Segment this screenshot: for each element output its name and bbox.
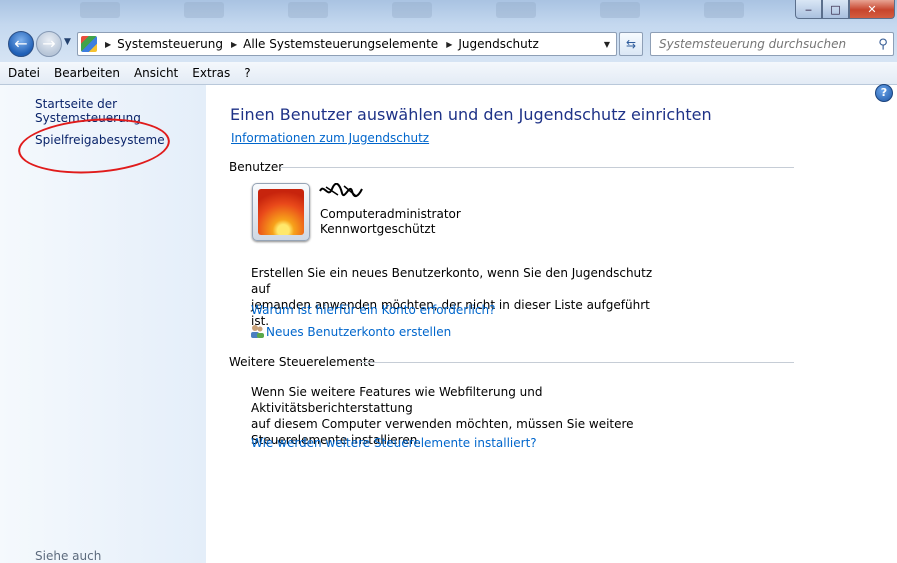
menu-ansicht[interactable]: Ansicht xyxy=(134,66,178,80)
sidebar-link-game-ratings[interactable]: Spielfreigabesysteme xyxy=(35,133,165,147)
breadcrumb-jugendschutz[interactable]: Jugendschutz xyxy=(458,37,538,51)
menu-extras[interactable]: Extras xyxy=(192,66,230,80)
forward-button[interactable]: → xyxy=(36,31,62,57)
search-box: ⚲ xyxy=(650,32,894,56)
menu-help[interactable]: ? xyxy=(244,66,250,80)
chevron-right-icon[interactable]: ▶ xyxy=(446,40,452,49)
maximize-button[interactable]: □ xyxy=(822,0,849,19)
arrow-right-icon: → xyxy=(42,34,56,53)
window-controls: ‒ □ ✕ xyxy=(795,0,895,19)
divider xyxy=(358,362,794,363)
search-input[interactable] xyxy=(657,36,873,52)
divider xyxy=(280,167,794,168)
recent-pages-dropdown[interactable]: ▼ xyxy=(64,37,71,47)
page-title: Einen Benutzer auswählen und den Jugends… xyxy=(230,105,712,124)
user-role: Computeradministrator xyxy=(320,207,461,221)
chevron-down-icon[interactable]: ▼ xyxy=(604,40,610,49)
new-account-text: Erstellen Sie ein neues Benutzerkonto, w… xyxy=(251,265,671,329)
see-also-heading: Siehe auch xyxy=(35,549,102,563)
search-icon[interactable]: ⚲ xyxy=(873,37,893,52)
help-icon[interactable]: ? xyxy=(875,84,893,102)
chevron-right-icon[interactable]: ▶ xyxy=(231,40,237,49)
menu-bearbeiten[interactable]: Bearbeiten xyxy=(54,66,120,80)
background-taskbar-ghost xyxy=(80,0,780,24)
users-icon xyxy=(251,325,264,338)
breadcrumb-systemsteuerung[interactable]: Systemsteuerung xyxy=(117,37,223,51)
user-name-scribble[interactable] xyxy=(318,182,364,199)
user-password-status: Kennwortgeschützt xyxy=(320,222,436,236)
refresh-icon: ⇆ xyxy=(625,37,637,51)
chevron-right-icon[interactable]: ▶ xyxy=(105,40,111,49)
breadcrumb-alle-elemente[interactable]: Alle Systemsteuerungselemente xyxy=(243,37,438,51)
refresh-button[interactable]: ⇆ xyxy=(619,32,643,56)
how-install-link[interactable]: Wie werden weitere Steuerelemente instal… xyxy=(251,436,537,450)
users-section-heading: Benutzer xyxy=(229,160,284,174)
arrow-left-icon: ← xyxy=(14,34,28,53)
back-button[interactable]: ← xyxy=(8,31,34,57)
flower-picture-icon xyxy=(258,189,304,235)
info-link[interactable]: Informationen zum Jugendschutz xyxy=(231,131,429,145)
why-account-link[interactable]: Warum ist hierfür ein Konto erforderlich… xyxy=(251,303,495,317)
close-button[interactable]: ✕ xyxy=(849,0,895,19)
scrollbar[interactable] xyxy=(878,85,897,563)
menu-datei[interactable]: Datei xyxy=(8,66,40,80)
scribble-icon xyxy=(319,182,363,197)
create-account-link[interactable]: Neues Benutzerkonto erstellen xyxy=(266,325,451,339)
controls-section-heading: Weitere Steuerelemente xyxy=(229,355,376,369)
user-avatar[interactable] xyxy=(252,183,310,241)
text-line: auf diesem Computer verwenden möchten, m… xyxy=(251,417,634,431)
control-panel-icon xyxy=(81,36,97,52)
menu-bar: Datei Bearbeiten Ansicht Extras ? xyxy=(0,62,897,85)
sidebar: Startseite der Systemsteuerung Spielfrei… xyxy=(0,85,206,563)
minimize-button[interactable]: ‒ xyxy=(795,0,822,19)
text-line: Wenn Sie weitere Features wie Webfilteru… xyxy=(251,385,543,415)
text-line: Erstellen Sie ein neues Benutzerkonto, w… xyxy=(251,266,653,296)
address-bar[interactable]: ▶ Systemsteuerung ▶ Alle Systemsteuerung… xyxy=(77,32,617,56)
